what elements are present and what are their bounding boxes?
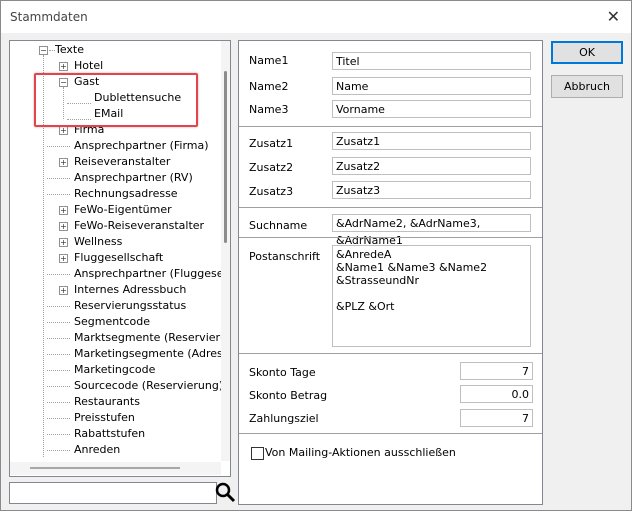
tree-item-rechnungsadresse[interactable]: Rechnungsadresse [74,186,178,202]
expand-icon[interactable]: + [59,206,68,215]
tree-item-fewo-reiseveranstalter[interactable]: FeWo-Reiseveranstalter [74,218,204,234]
tree-item-hotel[interactable]: Hotel [74,58,103,74]
name1-field[interactable]: Titel [332,52,531,70]
separator [239,237,542,238]
suchname-field[interactable]: &AdrName2, &AdrName3, &AdrName1 [332,214,531,247]
tree-connector [47,194,70,195]
expand-icon[interactable]: + [59,62,68,71]
tree-item-sourcecode[interactable]: Sourcecode (Reservierung) [74,378,223,394]
selection-highlight-box [34,73,198,127]
zusatz3-field[interactable]: Zusatz3 [332,181,531,199]
name1-label: Name1 [249,54,289,67]
ok-button[interactable]: OK [551,41,623,64]
zusatz1-label: Zusatz1 [249,137,294,150]
separator [239,353,542,354]
tree-item-preisstufen[interactable]: Preisstufen [74,410,135,426]
expand-icon[interactable]: + [59,238,68,247]
separator [239,126,542,127]
mailing-exclude-checkbox[interactable] [251,447,264,460]
name2-label: Name2 [249,80,289,93]
separator [239,433,542,434]
scroll-thumb[interactable] [224,71,227,243]
search-icon[interactable] [214,481,236,503]
cancel-button[interactable]: Abbruch [551,75,623,98]
expand-icon[interactable]: + [59,126,68,135]
tree-connector [47,178,70,179]
tree-item-reiseveranstalter[interactable]: Reiseveranstalter [74,154,170,170]
tree-connector [47,450,70,451]
window-title: Stammdaten [10,10,88,24]
tree-connector [47,306,70,307]
dialog-window: Stammdaten ✕ − Texte + Hotel − Gast Dubl… [0,0,632,511]
tree-item-rabattstufen[interactable]: Rabattstufen [74,426,145,442]
skonto-tage-label: Skonto Tage [249,366,316,379]
skonto-tage-field[interactable]: 7 [460,362,533,380]
name3-field[interactable]: Vorname [332,100,531,118]
name2-field[interactable]: Name [332,77,531,95]
tree-connector [47,274,70,275]
collapse-icon[interactable]: − [39,46,48,55]
close-icon[interactable]: ✕ [607,7,620,26]
tree-item-anreden[interactable]: Anreden [74,442,120,458]
postanschrift-label: Postanschrift [249,250,321,263]
tree-item-marketingcode[interactable]: Marketingcode [74,362,155,378]
tree-connector [47,338,70,339]
expand-icon[interactable]: + [59,222,68,231]
mailing-exclude-label[interactable]: Von Mailing-Aktionen ausschließen [265,446,456,459]
tree-horizontal-scrollbar[interactable] [10,462,221,475]
title-bar: Stammdaten ✕ [1,1,631,33]
tree-item-reservierungsstatus[interactable]: Reservierungsstatus [74,298,186,314]
tree-item-ansprechpartner-rv[interactable]: Ansprechpartner (RV) [74,170,193,186]
tree-connector [47,386,70,387]
expand-icon[interactable]: + [59,158,68,167]
tree-item-marktsegmente[interactable]: Marktsegmente (Reservierung [74,330,230,346]
expand-icon[interactable]: + [59,286,68,295]
search-input[interactable] [9,482,217,504]
tree-item-texte[interactable]: Texte [55,42,84,58]
tree-connector [47,370,70,371]
detail-form: Name1 Titel Name2 Name Name3 Vorname Zus… [238,40,543,505]
tree-connector [47,322,70,323]
tree-item-restaurants[interactable]: Restaurants [74,394,140,410]
scroll-thumb[interactable] [30,467,180,469]
suchname-label: Suchname [249,219,308,232]
tree-item-wellness[interactable]: Wellness [74,234,122,250]
zusatz1-field[interactable]: Zusatz1 [332,132,531,150]
tree-item-segmentcode[interactable]: Segmentcode [74,314,150,330]
skonto-betrag-field[interactable]: 0.0 [460,385,533,403]
tree-connector [47,354,70,355]
tree-item-internes-adressbuch[interactable]: Internes Adressbuch [74,282,186,298]
zahlungsziel-field[interactable]: 7 [460,409,533,427]
tree-connector [47,402,70,403]
tree-vertical-scrollbar[interactable] [221,41,230,461]
expand-icon[interactable]: + [59,254,68,263]
postanschrift-textarea[interactable]: &AnredeA &Name1 &Name3 &Name2 &Strasseun… [332,245,531,347]
tree-item-marketingsegmente[interactable]: Marketingsegmente (Adresse) [74,346,230,362]
zusatz2-label: Zusatz2 [249,161,294,174]
tree-connector [47,434,70,435]
zahlungsziel-label: Zahlungsziel [249,412,319,425]
name3-label: Name3 [249,103,289,116]
zusatz3-label: Zusatz3 [249,185,294,198]
tree-item-fluggesellschaft[interactable]: Fluggesellschaft [74,250,163,266]
skonto-betrag-label: Skonto Betrag [249,389,328,402]
tree-item-ansprechpartner-firma[interactable]: Ansprechpartner (Firma) [74,138,209,154]
separator [239,207,542,208]
tree-item-ansprechpartner-flug[interactable]: Ansprechpartner (Fluggesellsc [74,266,230,282]
tree-connector [47,418,70,419]
zusatz2-field[interactable]: Zusatz2 [332,157,531,175]
tree-item-fewo-eigentuemer[interactable]: FeWo-Eigentümer [74,202,172,218]
tree-connector [47,146,70,147]
